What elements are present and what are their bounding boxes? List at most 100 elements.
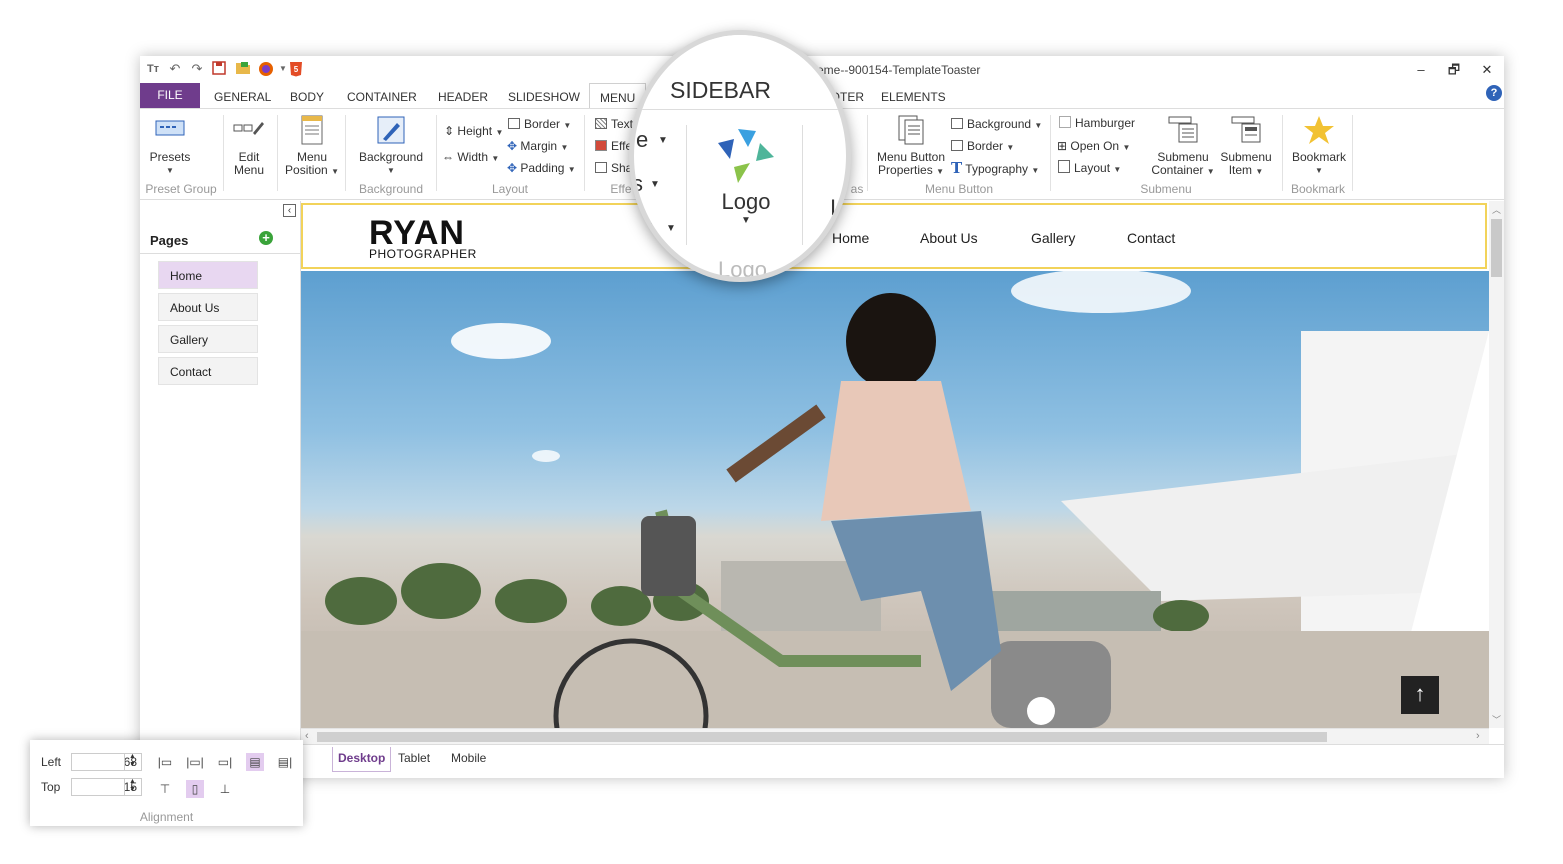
- tab-body[interactable]: BODY: [290, 83, 324, 108]
- presets-icon: [154, 115, 186, 145]
- align-stretch-icon[interactable]: ▤: [246, 753, 264, 771]
- tab-elements[interactable]: ELEMENTS: [881, 83, 946, 108]
- submenu-item-label-2: Item ▼: [1228, 163, 1264, 177]
- shadow-button[interactable]: Sha: [595, 159, 632, 177]
- page-item-contact[interactable]: Contact: [158, 357, 258, 385]
- typography-icon: T: [951, 159, 963, 177]
- text-size-icon[interactable]: Tт: [145, 61, 161, 77]
- padding-button[interactable]: ✥ Padding ▼: [507, 159, 576, 177]
- mb-border-button[interactable]: Border ▼: [951, 137, 1014, 155]
- save-icon[interactable]: [211, 61, 227, 77]
- border-icon: [508, 118, 520, 129]
- view-tab-desktop[interactable]: Desktop: [332, 747, 392, 772]
- menu-position-button[interactable]: Menu Position ▼: [284, 115, 340, 178]
- tab-slideshow[interactable]: SLIDESHOW: [508, 83, 580, 108]
- collapse-panel-button[interactable]: ‹: [283, 204, 296, 217]
- view-tab-mobile[interactable]: Mobile: [446, 747, 491, 771]
- scroll-right-icon[interactable]: ›: [1476, 730, 1480, 742]
- horizontal-scroll-thumb[interactable]: [317, 732, 1327, 742]
- hero-image[interactable]: ↑: [301, 271, 1489, 728]
- nav-link-gallery[interactable]: Gallery: [1031, 230, 1075, 246]
- group-label-menu-button: Menu Button: [924, 182, 994, 196]
- edit-menu-button[interactable]: Edit Menu: [226, 115, 272, 177]
- group-label-preset: Preset Group: [145, 182, 217, 196]
- page-item-about-us[interactable]: About Us: [158, 293, 258, 321]
- firefox-icon[interactable]: [258, 61, 274, 77]
- nav-link-contact[interactable]: Contact: [1127, 230, 1175, 246]
- width-icon: ⇔: [442, 150, 454, 164]
- nav-link-about-us[interactable]: About Us: [920, 230, 978, 246]
- tab-container[interactable]: CONTAINER: [347, 83, 417, 108]
- hero-photo-illustration: [301, 271, 1489, 728]
- presets-button[interactable]: Presets ▼: [144, 115, 196, 177]
- height-button[interactable]: ⇕ Height ▼: [444, 122, 503, 140]
- view-tab-tablet[interactable]: Tablet: [393, 747, 435, 771]
- minimize-button[interactable]: –: [1406, 60, 1436, 80]
- tab-file[interactable]: FILE: [140, 83, 200, 108]
- site-header[interactable]: RYAN PHOTOGRAPHER Home About Us Gallery …: [301, 203, 1487, 269]
- tab-sidebar[interactable]: SIDEBAR: [670, 77, 771, 104]
- bookmark-label: Bookmark: [1291, 150, 1347, 164]
- scroll-up-icon[interactable]: ︿: [1492, 203, 1501, 216]
- mb-background-button[interactable]: Background ▼: [951, 115, 1042, 133]
- left-stepper[interactable]: ▲ ▼: [124, 753, 140, 771]
- align-middle-icon[interactable]: ▯: [186, 780, 204, 798]
- align-center-h-icon[interactable]: |▭|: [186, 753, 204, 771]
- page-item-home[interactable]: Home: [158, 261, 258, 289]
- edit-menu-icon: [233, 115, 265, 145]
- redo-icon[interactable]: ↷: [189, 61, 205, 77]
- restore-button[interactable]: 🗗: [1439, 60, 1469, 80]
- alignment-panel: Left 68 ▲ ▼ Top 15 ▲ ▼ |▭ |▭| ▭| ▤ ▤| ⊤ ▯ …: [30, 740, 303, 826]
- bookmark-button[interactable]: Bookmark ▼: [1286, 115, 1352, 177]
- site-logo-subtitle[interactable]: PHOTOGRAPHER: [369, 247, 477, 261]
- open-on-button[interactable]: ⊞ Open On ▼: [1057, 137, 1130, 155]
- html5-icon[interactable]: 5: [288, 61, 304, 77]
- background-icon: [951, 118, 963, 129]
- submenu-item-icon: [1230, 115, 1262, 145]
- page-item-gallery[interactable]: Gallery: [158, 325, 258, 353]
- logo-icon: [718, 129, 774, 183]
- vertical-scroll-thumb[interactable]: [1491, 219, 1502, 277]
- align-right-icon[interactable]: ▭|: [216, 753, 234, 771]
- border-icon: [951, 140, 963, 151]
- width-button[interactable]: ⇔ Width ▼: [442, 148, 499, 166]
- mb-typography-button[interactable]: T Typography ▼: [951, 159, 1039, 177]
- edit-menu-label-2: Menu: [233, 163, 265, 177]
- submenu-item-button[interactable]: Submenu Item ▼: [1216, 115, 1276, 178]
- scroll-down-icon[interactable]: ﹀: [1492, 713, 1501, 726]
- background-label: Background: [358, 150, 424, 164]
- submenu-container-button[interactable]: Submenu Container ▼: [1150, 115, 1216, 178]
- star-icon: [1303, 115, 1335, 145]
- menu-button-properties-button[interactable]: Menu Button Properties ▼: [873, 115, 949, 178]
- hamburger-checkbox[interactable]: Hamburger: [1059, 114, 1135, 132]
- help-icon[interactable]: ?: [1486, 85, 1502, 101]
- border-button[interactable]: Border ▼: [508, 115, 571, 133]
- close-button[interactable]: ✕: [1472, 60, 1502, 80]
- background-button[interactable]: Background ▼: [353, 115, 429, 177]
- vertical-scrollbar[interactable]: ︿ ﹀: [1489, 201, 1504, 728]
- open-folder-icon[interactable]: [235, 61, 251, 77]
- layout-button[interactable]: Layout ▼: [1058, 159, 1121, 177]
- lens-partial-label: e: [636, 127, 649, 152]
- back-to-top-button[interactable]: ↑: [1401, 676, 1439, 714]
- effect-icon: [595, 140, 607, 151]
- align-left-icon[interactable]: |▭: [156, 753, 174, 771]
- scroll-left-icon[interactable]: ‹: [305, 730, 309, 742]
- align-right-edge-icon[interactable]: ▤|: [276, 753, 294, 771]
- margin-button[interactable]: ✥ Margin ▼: [507, 137, 568, 155]
- group-separator: [1352, 115, 1353, 191]
- menu-button-properties-icon: [895, 115, 927, 145]
- add-page-icon[interactable]: +: [259, 231, 273, 245]
- design-canvas[interactable]: RYAN PHOTOGRAPHER Home About Us Gallery …: [301, 201, 1489, 728]
- align-top-icon[interactable]: ⊤: [156, 780, 174, 798]
- top-stepper[interactable]: ▲ ▼: [124, 778, 140, 796]
- undo-icon[interactable]: ↶: [167, 61, 183, 77]
- tab-general[interactable]: GENERAL: [214, 83, 271, 108]
- logo-button[interactable]: Logo ▼: [696, 125, 796, 226]
- tab-header[interactable]: HEADER: [438, 83, 488, 108]
- horizontal-scrollbar[interactable]: ‹ ›: [301, 728, 1489, 745]
- effect-button[interactable]: Effe: [595, 137, 632, 155]
- align-bottom-icon[interactable]: ⊥: [216, 780, 234, 798]
- nav-link-home[interactable]: Home: [832, 230, 869, 246]
- menu-position-icon: [296, 115, 328, 145]
